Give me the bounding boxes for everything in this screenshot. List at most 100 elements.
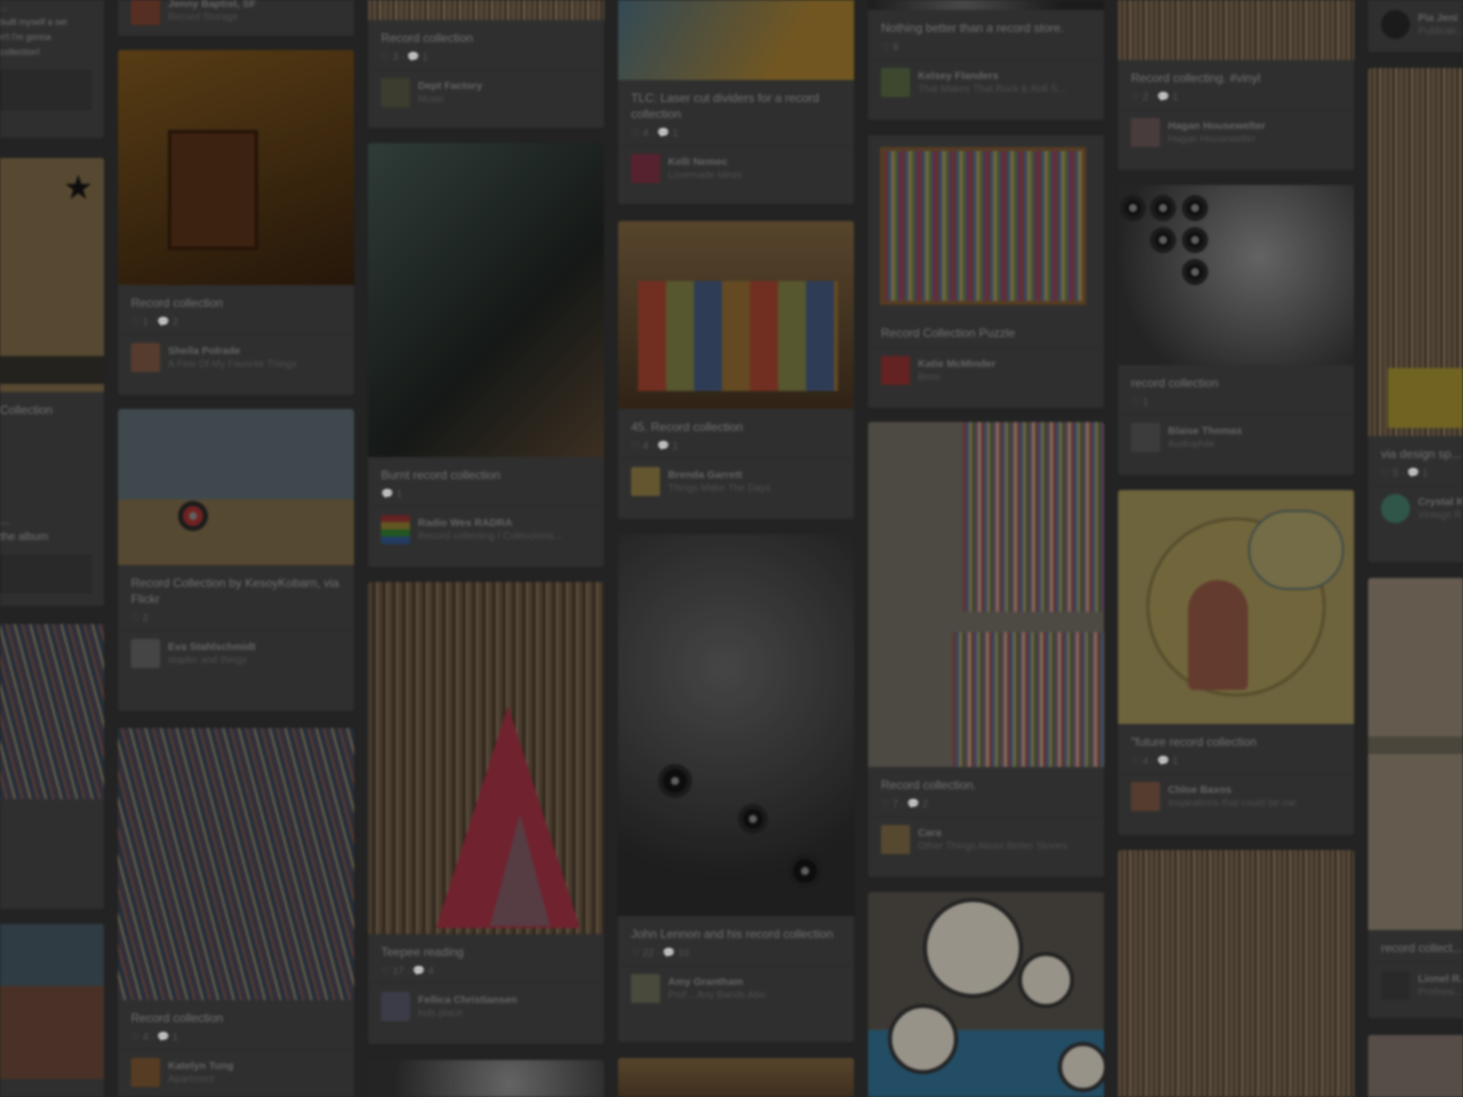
pin-image[interactable] bbox=[618, 1058, 854, 1097]
board-name[interactable]: Inspirations that could be me bbox=[1168, 798, 1296, 809]
pin-card[interactable] bbox=[0, 924, 104, 1097]
pin-attribution[interactable]: Cara Other Things About Better Stories bbox=[868, 816, 1104, 862]
pinner-name[interactable]: Chloe Baxos bbox=[1168, 784, 1296, 796]
avatar[interactable] bbox=[631, 974, 660, 1003]
board-name[interactable]: Music bbox=[418, 94, 482, 105]
pin-card[interactable]: Teepee reading ♡ 17 · 💬 4 Fellica Christ… bbox=[368, 582, 604, 1044]
pin-attribution[interactable]: Sheila Polrade A Few Of My Favorite Thin… bbox=[118, 334, 354, 380]
board-name[interactable]: Professi... bbox=[1418, 987, 1463, 998]
comment-input[interactable] bbox=[0, 555, 91, 593]
avatar[interactable] bbox=[381, 992, 410, 1021]
pin-card[interactable]: record collect... Lionel R... Professi..… bbox=[1368, 578, 1463, 1018]
pin-image[interactable]: ★ bbox=[0, 158, 104, 392]
pin-image[interactable] bbox=[368, 1060, 604, 1097]
pinner-name[interactable]: Jenny Baptist, SF bbox=[168, 0, 256, 10]
pin-image[interactable] bbox=[0, 924, 104, 1079]
pin-card[interactable] bbox=[868, 892, 1104, 1097]
board-name[interactable]: That Makes That Rock & Roll S... bbox=[918, 84, 1066, 95]
board-name[interactable]: Boss bbox=[918, 372, 996, 383]
pin-card[interactable] bbox=[618, 1058, 854, 1097]
pin-image[interactable] bbox=[868, 135, 1104, 315]
pin-card[interactable]: Record collection ♡ 4 · 💬 1 Katelyn Tung… bbox=[118, 728, 354, 1097]
pin-attribution[interactable]: Lionel R... Professi... bbox=[1368, 962, 1463, 1008]
pin-card[interactable]: "future record collection ♡ 4 · 💬 1 Chlo… bbox=[1118, 490, 1354, 835]
pin-image[interactable] bbox=[118, 728, 354, 1000]
avatar[interactable] bbox=[131, 639, 160, 668]
avatar[interactable] bbox=[1381, 494, 1410, 523]
pin-image[interactable] bbox=[1368, 1035, 1463, 1097]
avatar[interactable] bbox=[881, 825, 910, 854]
pin-image[interactable] bbox=[1118, 850, 1354, 1097]
pin-image[interactable] bbox=[368, 143, 604, 457]
avatar[interactable] bbox=[881, 68, 910, 97]
avatar[interactable] bbox=[1131, 423, 1160, 452]
pin-card[interactable]: Burnt record collection 💬 1 Radio Wes RA… bbox=[368, 143, 604, 567]
pin-attribution[interactable]: Kelsey Flanders That Makes That Rock & R… bbox=[868, 59, 1104, 105]
pinner-name[interactable]: Amy Grantham bbox=[668, 976, 765, 988]
pin-image[interactable] bbox=[618, 221, 854, 409]
pinner-name[interactable]: Pia Jeni bbox=[1418, 12, 1463, 24]
pin-attribution[interactable]: Crystal K Vintage R... bbox=[1368, 485, 1463, 531]
pin-card[interactable]: 45. Record collection ♡ 4 · 💬 1 Brenda G… bbox=[618, 221, 854, 519]
pin-card[interactable]: Record collection ♡ 3 · 💬 1 Dept Factory… bbox=[368, 0, 604, 128]
pin-attribution[interactable]: Radio Wes RADRA Record collecting / Cole… bbox=[368, 506, 604, 552]
pin-attribution[interactable]: Amy Grantham Prof... Any Bands Abo bbox=[618, 965, 854, 1011]
avatar[interactable] bbox=[1381, 971, 1410, 1000]
pin-card[interactable] bbox=[1118, 850, 1354, 1097]
pin-card[interactable]: Pia Jeni Publicati... bbox=[1368, 0, 1463, 52]
pinner-name[interactable]: Brenda Garrett bbox=[668, 469, 771, 481]
pinner-name[interactable]: Lionel R... bbox=[1418, 973, 1463, 985]
avatar[interactable] bbox=[631, 467, 660, 496]
board-name[interactable]: Vintage R... bbox=[1418, 510, 1463, 521]
pin-card[interactable] bbox=[1368, 1035, 1463, 1097]
board-name[interactable]: Record Storage bbox=[168, 12, 256, 23]
pinner-name[interactable]: Eva Stahlschmidt bbox=[168, 641, 256, 653]
board-name[interactable]: Publicati... bbox=[1418, 26, 1463, 37]
avatar[interactable] bbox=[131, 1058, 160, 1087]
pinner-name[interactable]: Crystal K bbox=[1418, 496, 1463, 508]
pin-attribution[interactable]: Eva Stahlschmidt stapler and things bbox=[118, 630, 354, 676]
pin-card[interactable]: Jenny Baptist, SF Record Storage bbox=[118, 0, 354, 36]
pin-image[interactable] bbox=[1118, 490, 1354, 724]
board-name[interactable]: A Few Of My Favorite Things bbox=[168, 359, 297, 370]
pin-card[interactable]: John Lennon and his record collection ♡ … bbox=[618, 534, 854, 1042]
pinner-name[interactable]: Kelsey Flanders bbox=[918, 70, 1066, 82]
avatar[interactable] bbox=[1131, 118, 1160, 147]
board-name[interactable]: Apartment bbox=[168, 1074, 234, 1085]
pinner-name[interactable]: Dept Factory bbox=[418, 80, 482, 92]
pin-card[interactable]: via design sp... and bookcase... ♡ 5 · 💬… bbox=[1368, 68, 1463, 562]
board-name[interactable]: kids place bbox=[418, 1008, 517, 1019]
pinner-name[interactable]: Hagan Housewelter bbox=[1168, 120, 1265, 132]
pin-image[interactable] bbox=[1368, 68, 1463, 436]
pin-attribution[interactable]: Brenda Garrett Things Make The Days bbox=[618, 458, 854, 504]
pin-image[interactable] bbox=[1368, 578, 1463, 930]
pin-image[interactable] bbox=[118, 409, 354, 565]
board-name[interactable]: Other Things About Better Stories bbox=[918, 841, 1067, 852]
pinner-name[interactable]: Blaise Thomas bbox=[1168, 425, 1242, 437]
avatar[interactable] bbox=[381, 515, 410, 544]
pinner-name[interactable]: Cara bbox=[918, 827, 1067, 839]
pin-image[interactable] bbox=[0, 624, 104, 799]
avatar[interactable] bbox=[1131, 782, 1160, 811]
pin-image[interactable] bbox=[368, 582, 604, 934]
pin-attribution[interactable]: Fellica Christiansen kids place bbox=[368, 983, 604, 1029]
pinner-name[interactable]: Kelli Nemec bbox=[668, 156, 742, 168]
pin-attribution[interactable]: Katie McMinder Boss bbox=[868, 347, 1104, 393]
board-name[interactable]: Record collecting / Coleccionis... bbox=[418, 531, 563, 542]
pin-card[interactable]: TLC: Laser cut dividers for a record col… bbox=[618, 0, 854, 204]
pinner-name[interactable]: Radio Wes RADRA bbox=[418, 517, 563, 529]
board-name[interactable]: Lovemade Ideas bbox=[668, 170, 742, 181]
pin-image[interactable] bbox=[368, 0, 604, 20]
pin-card[interactable]: ... built myself a set n't I'm gonna col… bbox=[0, 0, 104, 138]
pin-card[interactable]: Record Collection by KesoyKobarn, via Fl… bbox=[118, 409, 354, 711]
board-name[interactable]: Audiophile bbox=[1168, 439, 1242, 450]
pin-card[interactable]: Nothing better than a record store. ♡ 8 … bbox=[868, 0, 1104, 120]
avatar[interactable] bbox=[631, 154, 660, 183]
pin-attribution[interactable]: Blaise Thomas Audiophile bbox=[1118, 414, 1354, 460]
avatar[interactable] bbox=[131, 0, 160, 25]
comment-input[interactable] bbox=[0, 70, 91, 110]
pin-card[interactable] bbox=[0, 624, 104, 909]
board-name[interactable]: stapler and things bbox=[168, 655, 256, 666]
avatar[interactable] bbox=[131, 343, 160, 372]
pin-card[interactable]: Record collection. ♡ 7 · 💬 2 Cara Other … bbox=[868, 422, 1104, 877]
